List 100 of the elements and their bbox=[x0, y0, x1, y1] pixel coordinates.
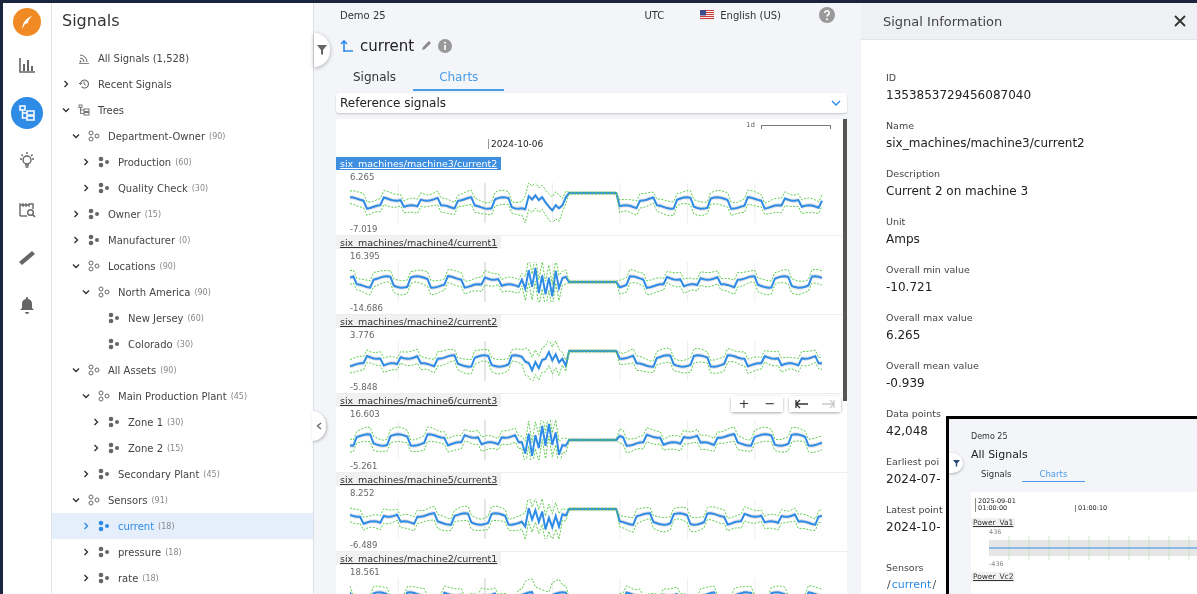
chevron-icon[interactable] bbox=[62, 106, 70, 114]
tab[interactable]: Signals bbox=[336, 65, 414, 91]
signal-link[interactable]: six_machines/machine6/current3 bbox=[336, 394, 502, 407]
max-value-label: 18.561 bbox=[349, 566, 380, 578]
filter-icon bbox=[952, 459, 960, 467]
node-group-icon bbox=[98, 182, 110, 194]
tree-item[interactable]: Manufacturer (0) bbox=[52, 227, 313, 253]
chevron-icon[interactable] bbox=[82, 548, 90, 556]
chevron-icon[interactable] bbox=[92, 444, 100, 452]
chevron-icon[interactable] bbox=[82, 184, 90, 192]
help-icon[interactable] bbox=[819, 7, 835, 23]
arrow-to-line-icon bbox=[795, 399, 809, 409]
tree-item[interactable]: All Signals (1,528) bbox=[52, 45, 313, 71]
tree-item[interactable]: Locations (90) bbox=[52, 253, 313, 279]
tree-item[interactable]: North America (90) bbox=[52, 279, 313, 305]
language-selector[interactable]: English (US) bbox=[720, 9, 781, 21]
tree-item[interactable]: Main Production Plant (45) bbox=[52, 383, 313, 409]
field-value: 2024-07- bbox=[886, 471, 941, 488]
field-label: Name bbox=[886, 119, 915, 133]
node-group-icon bbox=[108, 312, 120, 324]
reference-signals-dropdown[interactable]: Reference signals bbox=[336, 93, 847, 113]
filter-button[interactable] bbox=[314, 33, 330, 67]
node-group-icon bbox=[108, 442, 120, 454]
min-value-label: -6.489 bbox=[349, 539, 378, 551]
node-group-icon bbox=[88, 364, 100, 376]
node-group-icon bbox=[108, 416, 120, 428]
max-value-label: 6.265 bbox=[349, 171, 375, 183]
chevron-icon[interactable] bbox=[72, 366, 80, 374]
node-group-icon bbox=[98, 572, 110, 584]
chevron-icon[interactable] bbox=[72, 210, 80, 218]
node-group-icon bbox=[88, 130, 100, 142]
timezone-label[interactable]: UTC bbox=[644, 9, 665, 21]
field-value: six_machines/machine3/current2 bbox=[886, 135, 1085, 152]
close-icon[interactable] bbox=[1173, 14, 1187, 28]
pan-button[interactable] bbox=[789, 396, 815, 412]
tree-item[interactable]: Trees bbox=[52, 97, 313, 123]
chevron-icon[interactable] bbox=[92, 418, 100, 426]
nav-button[interactable] bbox=[11, 97, 43, 129]
tree-item[interactable]: Sensors (91) bbox=[52, 487, 313, 513]
min-value-label: -5.261 bbox=[349, 460, 378, 472]
field-label: Data points bbox=[886, 407, 941, 421]
chevron-icon[interactable] bbox=[62, 80, 70, 88]
chevron-left-icon bbox=[316, 422, 322, 430]
collapse-button[interactable] bbox=[312, 411, 326, 441]
tree-item[interactable]: Secondary Plant (45) bbox=[52, 461, 313, 487]
chevron-icon[interactable] bbox=[72, 496, 80, 504]
node-group-icon bbox=[98, 520, 110, 532]
tree-item[interactable]: Quality Check (30) bbox=[52, 175, 313, 201]
node-group-icon bbox=[88, 494, 100, 506]
tree-item[interactable]: Zone 2 (15) bbox=[52, 435, 313, 461]
chevron-down-icon bbox=[831, 100, 841, 106]
tree-item[interactable]: Department-Owner (90) bbox=[52, 123, 313, 149]
node-group-icon bbox=[88, 234, 100, 246]
back-arrow-icon[interactable] bbox=[340, 39, 354, 53]
tree-item[interactable]: Colorado (30) bbox=[52, 331, 313, 357]
history-icon bbox=[78, 78, 90, 90]
tree-item[interactable]: Zone 1 (30) bbox=[52, 409, 313, 435]
field-value: 2024-10- bbox=[886, 519, 941, 536]
pencil-icon[interactable] bbox=[420, 40, 433, 52]
tree-item[interactable]: Owner (15) bbox=[52, 201, 313, 227]
signal-link[interactable]: six_machines/machine4/current1 bbox=[336, 236, 502, 249]
signal-link[interactable]: six_machines/machine2/current2 bbox=[336, 315, 502, 328]
max-value-label: 16.395 bbox=[349, 250, 380, 262]
chevron-icon[interactable] bbox=[72, 236, 80, 244]
zoom-button[interactable]: + bbox=[731, 396, 757, 412]
sensor-link[interactable]: current bbox=[891, 578, 932, 591]
tree-item[interactable]: pressure (18) bbox=[52, 539, 313, 565]
chevron-icon[interactable] bbox=[72, 262, 80, 270]
tree-item[interactable]: New Jersey (60) bbox=[52, 305, 313, 331]
flag-icon bbox=[700, 10, 715, 20]
chevron-icon[interactable] bbox=[82, 574, 90, 582]
field-value: -10.721 bbox=[886, 279, 933, 296]
field-value: 1353853729456087040 bbox=[886, 87, 1032, 104]
path-separator: / bbox=[887, 578, 891, 591]
signal-link[interactable]: six_machines/machine2/current1 bbox=[336, 552, 502, 565]
scrollbar[interactable] bbox=[843, 119, 847, 401]
node-group-icon bbox=[98, 156, 110, 168]
chevron-icon[interactable] bbox=[82, 158, 90, 166]
field-label: ID bbox=[886, 71, 897, 85]
node-group-icon bbox=[98, 546, 110, 558]
chevron-icon[interactable] bbox=[72, 132, 80, 140]
signal-link[interactable]: six_machines/machine5/current3 bbox=[336, 473, 502, 486]
tab[interactable]: Signals bbox=[971, 467, 1022, 482]
chevron-icon[interactable] bbox=[82, 288, 90, 296]
chevron-icon[interactable] bbox=[82, 392, 90, 400]
filter-button[interactable] bbox=[949, 453, 963, 473]
tree-item[interactable]: Recent Signals bbox=[52, 71, 313, 97]
field-label: Overall max value bbox=[886, 311, 973, 325]
chevron-icon[interactable] bbox=[82, 470, 90, 478]
node-group-icon bbox=[88, 260, 100, 272]
tree-item[interactable]: rate (18) bbox=[52, 565, 313, 591]
workspace-name: Demo 25 bbox=[971, 432, 1008, 441]
feed-icon bbox=[78, 52, 90, 64]
tree-item[interactable]: Production (60) bbox=[52, 149, 313, 175]
field-value: 42,048 bbox=[886, 423, 928, 440]
zoom-button[interactable]: − bbox=[757, 396, 783, 412]
lightbulb-icon bbox=[17, 151, 37, 171]
tree-item[interactable]: All Assets (90) bbox=[52, 357, 313, 383]
panel-title: Signal Information bbox=[883, 13, 1004, 29]
info-icon[interactable] bbox=[438, 39, 453, 53]
